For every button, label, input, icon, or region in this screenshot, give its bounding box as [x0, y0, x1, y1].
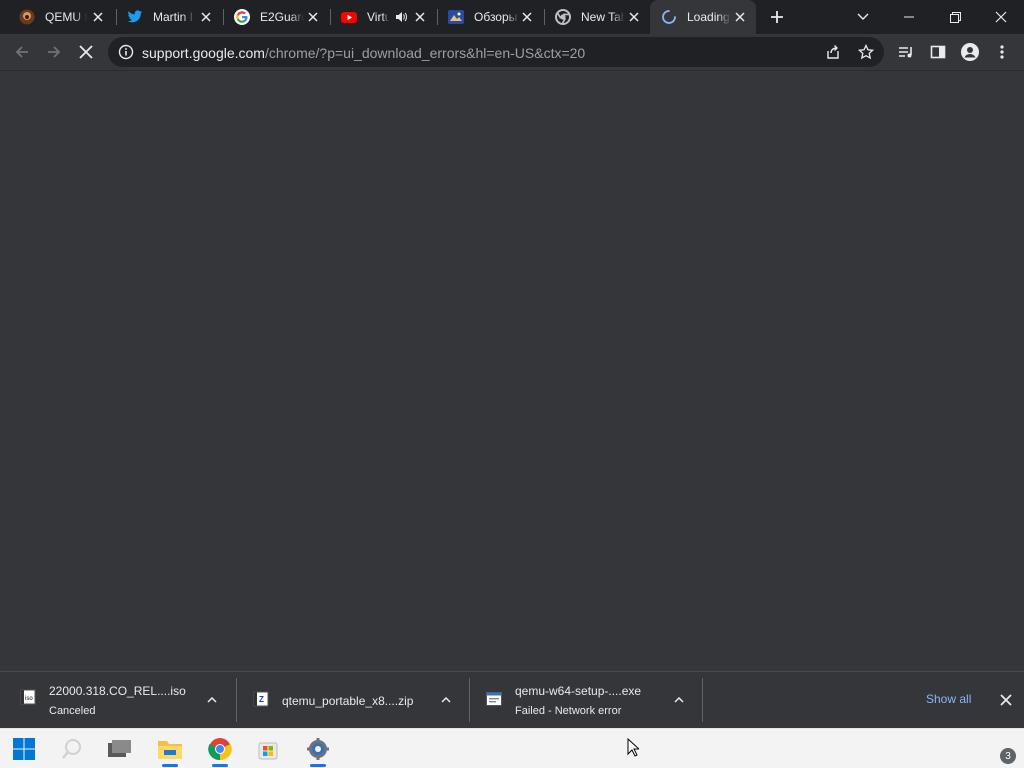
- address-bar[interactable]: support.google.com/chrome/?p=ui_download…: [108, 37, 884, 67]
- taskbar: 3: [0, 728, 1024, 768]
- chrome-icon[interactable]: [204, 733, 236, 767]
- chevron-up-icon[interactable]: [438, 692, 454, 708]
- zip-file-icon: Z: [253, 691, 269, 707]
- download-shelf: iso 22000.318.CO_REL....iso Canceled Z q…: [0, 671, 1024, 728]
- stop-loading-button[interactable]: [72, 38, 100, 66]
- tab-youtube[interactable]: Virtu: [330, 0, 436, 34]
- forward-button[interactable]: [40, 38, 68, 66]
- new-tab-button[interactable]: [765, 5, 789, 29]
- active-indicator: [162, 764, 178, 767]
- tab-search-button[interactable]: [840, 0, 886, 34]
- svg-text:iso: iso: [25, 696, 33, 702]
- profile-icon[interactable]: [956, 38, 984, 66]
- file-explorer-icon[interactable]: [154, 733, 186, 767]
- youtube-icon: [341, 9, 357, 25]
- tab-title: E2Guard: [260, 10, 304, 24]
- tab-title: Virtu: [367, 10, 389, 24]
- page-content: [0, 71, 1024, 671]
- tab-qemu[interactable]: QEMU f: [8, 0, 114, 34]
- minimize-button[interactable]: [886, 0, 932, 34]
- more-menu-icon[interactable]: [988, 38, 1016, 66]
- download-filename: qtemu_portable_x8....zip: [282, 694, 414, 708]
- close-icon[interactable]: [732, 9, 748, 25]
- close-icon[interactable]: [626, 9, 642, 25]
- download-status: Canceled: [49, 705, 96, 717]
- download-filename: qemu-w64-setup-....exe: [515, 684, 642, 698]
- chevron-up-icon[interactable]: [671, 692, 687, 708]
- share-icon[interactable]: [819, 38, 847, 66]
- close-icon[interactable]: [198, 9, 214, 25]
- tab-e2guard[interactable]: E2Guard: [223, 0, 329, 34]
- google-icon: [234, 9, 250, 25]
- download-separator: [702, 678, 703, 722]
- url-text[interactable]: support.google.com/chrome/?p=ui_download…: [142, 45, 585, 61]
- svg-text:Z: Z: [259, 695, 264, 704]
- close-icon[interactable]: [90, 9, 106, 25]
- tab-loading[interactable]: Loading: [650, 0, 756, 34]
- store-icon[interactable]: [252, 733, 284, 765]
- url-path: /chrome/?p=ui_download_errors&hl=en-US&c…: [264, 45, 586, 61]
- close-window-button[interactable]: [978, 0, 1024, 34]
- active-indicator: [212, 764, 228, 767]
- loading-spinner-icon: [661, 9, 677, 25]
- notification-badge[interactable]: 3: [1000, 748, 1016, 764]
- exe-file-icon: [486, 692, 502, 708]
- bookmark-star-icon[interactable]: [852, 38, 880, 66]
- browser-toolbar: support.google.com/chrome/?p=ui_download…: [0, 34, 1024, 71]
- download-item[interactable]: Z qtemu_portable_x8....zip: [237, 672, 469, 729]
- tab-twitter[interactable]: Martin I: [116, 0, 222, 34]
- mouse-cursor-icon: [627, 737, 641, 762]
- show-all-button[interactable]: Show all: [926, 692, 971, 706]
- chrome-icon: [555, 9, 571, 25]
- active-indicator: [310, 764, 326, 767]
- close-icon[interactable]: [997, 691, 1015, 709]
- qemu-icon: [19, 9, 35, 25]
- tab-obzory[interactable]: Обзоры: [437, 0, 543, 34]
- tab-title: New Tab: [581, 10, 625, 24]
- tab-strip: QEMU f Martin I E2Guard Virtu Обзоры New…: [0, 0, 1024, 34]
- close-icon[interactable]: [305, 9, 321, 25]
- tab-title: Martin I: [153, 10, 194, 24]
- restore-button[interactable]: [932, 0, 978, 34]
- settings-icon[interactable]: [302, 733, 334, 767]
- close-icon[interactable]: [519, 9, 535, 25]
- download-status: Failed - Network error: [515, 705, 622, 717]
- chevron-up-icon[interactable]: [204, 692, 220, 708]
- site-icon: [448, 9, 464, 25]
- tab-title: Обзоры: [474, 10, 518, 24]
- download-filename: 22000.318.CO_REL....iso: [49, 684, 186, 698]
- speaker-icon[interactable]: [394, 10, 408, 24]
- side-panel-icon[interactable]: [924, 38, 952, 66]
- iso-file-icon: iso: [20, 689, 36, 705]
- tab-new-tab[interactable]: New Tab: [544, 0, 650, 34]
- tab-title: Loading: [687, 10, 730, 24]
- download-item[interactable]: qemu-w64-setup-....exe Failed - Network …: [470, 672, 702, 729]
- media-controls-icon[interactable]: [892, 38, 920, 66]
- start-icon[interactable]: [8, 733, 40, 765]
- info-icon[interactable]: [118, 44, 134, 60]
- search-icon[interactable]: [56, 733, 88, 765]
- back-button[interactable]: [8, 38, 36, 66]
- task-view-icon[interactable]: [104, 733, 136, 765]
- close-icon[interactable]: [412, 9, 428, 25]
- download-item[interactable]: iso 22000.318.CO_REL....iso Canceled: [0, 672, 236, 729]
- twitter-icon: [127, 9, 143, 25]
- url-host: support.google.com: [142, 45, 265, 61]
- tab-title: QEMU f: [45, 10, 87, 24]
